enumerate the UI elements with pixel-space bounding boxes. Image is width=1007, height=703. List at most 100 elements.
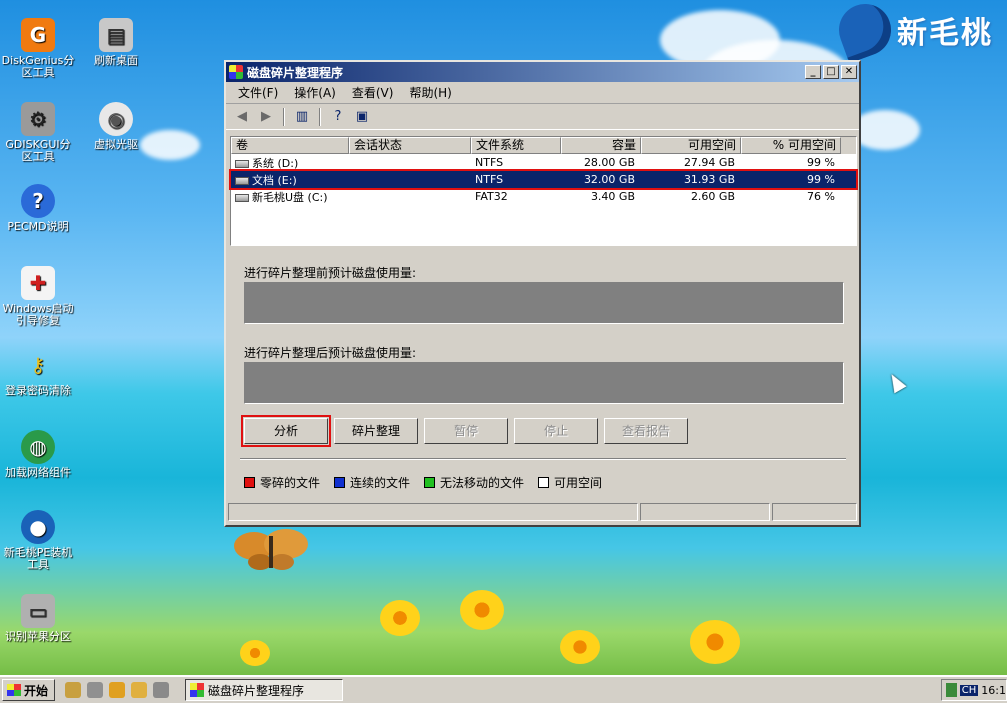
quicklaunch-folder-icon[interactable] bbox=[109, 682, 126, 698]
desktop-icon-label: 识别苹果分区 bbox=[5, 630, 71, 643]
printer-icon: ▤ bbox=[99, 18, 133, 52]
start-label: 开始 bbox=[24, 683, 49, 698]
disk-tool-icon: ⚙ bbox=[21, 102, 55, 136]
desktop-icon-boot-repair[interactable]: ✚ Windows启动引导修复 bbox=[0, 266, 76, 327]
back-arrow-icon[interactable]: ◀ bbox=[232, 108, 252, 126]
list-header: 卷 会话状态 文件系统 容量 可用空间 % 可用空间 bbox=[231, 137, 856, 154]
quicklaunch-drive-icon[interactable] bbox=[153, 682, 170, 698]
clock[interactable]: 16:1 bbox=[981, 684, 1006, 697]
column-header-status[interactable]: 会话状态 bbox=[349, 137, 471, 154]
app-icon bbox=[229, 65, 243, 79]
close-button[interactable]: ✕ bbox=[841, 65, 857, 79]
volume-cell: 系统 (D:) bbox=[231, 155, 349, 171]
butterfly-icon bbox=[234, 529, 308, 570]
taskbar: 开始 磁盘碎片整理程序 CH 16:1 bbox=[0, 675, 1007, 703]
drive-icon bbox=[235, 159, 249, 168]
mouse-cursor bbox=[885, 370, 907, 394]
table-row[interactable]: 系统 (D:) NTFS 28.00 GB 27.94 GB 99 % bbox=[231, 154, 856, 171]
desktop-icon-gdiskgui[interactable]: ⚙ GDISKGUI分区工具 bbox=[0, 102, 76, 163]
brand-logo: 新毛桃 bbox=[831, 0, 993, 64]
desktop-icon-refresh[interactable]: ▤ 刷新桌面 bbox=[78, 18, 154, 67]
column-header-filesystem[interactable]: 文件系统 bbox=[471, 137, 561, 154]
table-row[interactable]: 新毛桃U盘 (C:) FAT32 3.40 GB 2.60 GB 76 % bbox=[231, 188, 856, 205]
legend-item: 连续的文件 bbox=[334, 474, 410, 491]
defrag-button[interactable]: 碎片整理 bbox=[334, 418, 418, 444]
desktop-icon-label: 新毛桃PE装机工具 bbox=[3, 546, 73, 571]
filesystem-cell: FAT32 bbox=[475, 190, 508, 203]
volume-name: 新毛桃U盘 (C:) bbox=[252, 190, 328, 204]
language-indicator[interactable]: CH bbox=[959, 684, 979, 696]
diskgenius-icon: G bbox=[21, 18, 55, 52]
table-row-selected[interactable]: 文档 (E:) NTFS 32.00 GB 31.93 GB 99 % bbox=[229, 169, 858, 190]
column-header-free[interactable]: 可用空间 bbox=[641, 137, 741, 154]
hard-drive-icon: ▭ bbox=[21, 594, 55, 628]
tray-network-icon[interactable] bbox=[946, 683, 957, 697]
flower bbox=[690, 620, 740, 664]
title-bar[interactable]: 磁盘碎片整理程序 _ □ ✕ bbox=[226, 62, 859, 82]
maximize-button[interactable]: □ bbox=[823, 65, 839, 79]
legend-swatch-green bbox=[424, 477, 436, 488]
column-header-capacity[interactable]: 容量 bbox=[561, 137, 641, 154]
flower bbox=[380, 600, 420, 636]
volume-name: 文档 (E:) bbox=[252, 173, 297, 187]
legend-swatch-red bbox=[244, 477, 255, 488]
menu-view[interactable]: 查看(V) bbox=[344, 84, 402, 101]
minimize-button[interactable]: _ bbox=[805, 65, 821, 79]
quicklaunch-printer-icon[interactable] bbox=[87, 682, 104, 698]
divider bbox=[240, 458, 846, 460]
column-header-percent-free[interactable]: % 可用空间 bbox=[741, 137, 841, 154]
desktop-icon-label: 虚拟光驱 bbox=[94, 138, 138, 151]
legend-label: 无法移动的文件 bbox=[440, 476, 525, 490]
desktop-icon-virtual-drive[interactable]: ◉ 虚拟光驱 bbox=[78, 102, 154, 151]
desktop-icon-pe-installer[interactable]: ● 新毛桃PE装机工具 bbox=[0, 510, 76, 571]
desktop-icon-label: 登录密码清除 bbox=[5, 384, 71, 397]
forward-arrow-icon[interactable]: ▶ bbox=[256, 108, 276, 126]
analyze-button[interactable]: 分析 bbox=[241, 415, 331, 447]
pause-button[interactable]: 暂停 bbox=[424, 418, 508, 444]
globe-icon: ◍ bbox=[21, 430, 55, 464]
legend-label: 零碎的文件 bbox=[260, 476, 321, 490]
toolbar-separator bbox=[319, 107, 321, 126]
column-header-volume[interactable]: 卷 bbox=[231, 137, 349, 154]
start-button[interactable]: 开始 bbox=[2, 679, 56, 701]
window-title: 磁盘碎片整理程序 bbox=[247, 65, 344, 80]
desktop-icon-label: GDISKGUI分区工具 bbox=[5, 138, 71, 163]
task-label: 磁盘碎片整理程序 bbox=[208, 683, 305, 698]
menu-help[interactable]: 帮助(H) bbox=[401, 84, 459, 101]
desktop-icon-network[interactable]: ◍ 加载网络组件 bbox=[0, 430, 76, 479]
percent-cell: 76 % bbox=[807, 190, 835, 203]
volume-name: 系统 (D:) bbox=[252, 156, 299, 170]
quicklaunch-explorer-icon[interactable] bbox=[131, 682, 148, 698]
free-cell: 2.60 GB bbox=[690, 190, 735, 203]
status-pane bbox=[772, 503, 857, 521]
capacity-cell: 28.00 GB bbox=[583, 156, 635, 169]
percent-cell: 99 % bbox=[807, 156, 835, 169]
desktop-icon-label: 刷新桌面 bbox=[94, 54, 138, 67]
legend-swatch-blue bbox=[334, 477, 346, 488]
quicklaunch-tools-icon[interactable] bbox=[65, 682, 82, 698]
key-icon: ⚷ bbox=[30, 353, 46, 377]
desktop-icon-label: DiskGenius分区工具 bbox=[1, 54, 75, 79]
flower bbox=[560, 630, 600, 664]
quick-launch bbox=[65, 682, 170, 698]
menu-file[interactable]: 文件(F) bbox=[230, 84, 286, 101]
peach-icon: ● bbox=[21, 510, 55, 544]
cd-icon: ◉ bbox=[99, 102, 133, 136]
after-usage-bar bbox=[244, 362, 844, 404]
brand-text: 新毛桃 bbox=[897, 16, 993, 51]
show-hide-tree-icon[interactable]: ▥ bbox=[292, 108, 312, 126]
status-pane bbox=[228, 503, 638, 521]
view-report-button[interactable]: 查看报告 bbox=[604, 418, 688, 444]
desktop-icon-apple-partition[interactable]: ▭ 识别苹果分区 bbox=[0, 594, 76, 643]
help-icon[interactable]: ? bbox=[328, 108, 348, 126]
desktop-icon-pecmd[interactable]: ? PECMD说明 bbox=[0, 184, 76, 233]
menu-action[interactable]: 操作(A) bbox=[286, 84, 344, 101]
legend: 零碎的文件 连续的文件 无法移动的文件 可用空间 bbox=[244, 474, 602, 491]
taskbar-item-defrag[interactable]: 磁盘碎片整理程序 bbox=[185, 679, 344, 701]
defrag-window: 磁盘碎片整理程序 _ □ ✕ 文件(F) 操作(A) 查看(V) 帮助(H) ◀… bbox=[224, 60, 861, 527]
desktop-icon-password[interactable]: ⚷ 登录密码清除 bbox=[0, 348, 76, 397]
desktop-icon-diskgenius[interactable]: G DiskGenius分区工具 bbox=[0, 18, 76, 79]
console-icon[interactable]: ▣ bbox=[352, 108, 372, 126]
stop-button[interactable]: 停止 bbox=[514, 418, 598, 444]
desktop-icon-label: Windows启动引导修复 bbox=[2, 302, 74, 327]
